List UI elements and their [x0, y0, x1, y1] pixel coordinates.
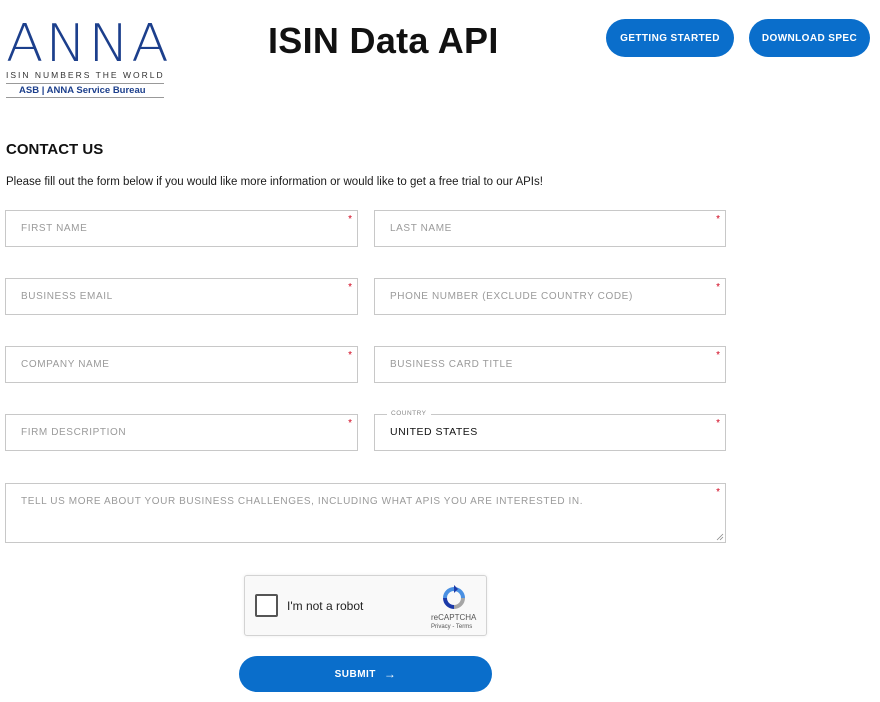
- logo-letters: ANNA: [6, 14, 171, 74]
- page-title: ISIN Data API: [268, 20, 499, 61]
- required-mark: *: [716, 214, 720, 225]
- required-mark: *: [348, 350, 352, 361]
- first-name-placeholder: FIRST NAME: [21, 223, 88, 234]
- submit-button[interactable]: SUBMIT →: [239, 656, 492, 692]
- firm-description-placeholder: FIRM DESCRIPTION: [21, 427, 127, 438]
- phone-number-placeholder: PHONE NUMBER (EXCLUDE COUNTRY CODE): [390, 291, 633, 302]
- required-mark: *: [716, 282, 720, 293]
- company-name-placeholder: COMPANY NAME: [21, 359, 110, 370]
- recaptcha-checkbox[interactable]: [255, 594, 278, 617]
- required-mark: *: [716, 487, 720, 498]
- country-value: UNITED STATES: [390, 426, 478, 438]
- logo-subtitle: ASB | ANNA Service Bureau: [6, 83, 164, 98]
- business-challenges-placeholder: TELL US MORE ABOUT YOUR BUSINESS CHALLEN…: [21, 496, 584, 507]
- recaptcha-label: I'm not a robot: [287, 599, 364, 613]
- company-name-field[interactable]: COMPANY NAME *: [5, 346, 358, 383]
- anna-logo[interactable]: ANNA ISIN NUMBERS THE WORLD ASB | ANNA S…: [6, 18, 169, 98]
- business-email-field[interactable]: BUSINESS EMAIL *: [5, 278, 358, 315]
- contact-heading: CONTACT US: [6, 141, 104, 158]
- recaptcha-links[interactable]: Privacy - Terms: [431, 624, 472, 630]
- arrow-right-icon: →: [383, 667, 397, 681]
- recaptcha-brand: reCAPTCHA: [431, 613, 477, 622]
- last-name-placeholder: LAST NAME: [390, 223, 452, 234]
- business-card-title-field[interactable]: BUSINESS CARD TITLE *: [374, 346, 726, 383]
- submit-label: SUBMIT: [334, 668, 376, 680]
- required-mark: *: [348, 418, 352, 429]
- business-card-title-placeholder: BUSINESS CARD TITLE: [390, 359, 513, 370]
- resize-grip-icon[interactable]: [716, 533, 724, 541]
- phone-number-field[interactable]: PHONE NUMBER (EXCLUDE COUNTRY CODE) *: [374, 278, 726, 315]
- required-mark: *: [716, 350, 720, 361]
- download-spec-button[interactable]: DOWNLOAD SPEC: [749, 19, 870, 57]
- recaptcha-icon: [443, 585, 465, 609]
- first-name-field[interactable]: FIRST NAME *: [5, 210, 358, 247]
- required-mark: *: [348, 282, 352, 293]
- contact-intro: Please fill out the form below if you wo…: [6, 176, 543, 188]
- business-challenges-textarea[interactable]: TELL US MORE ABOUT YOUR BUSINESS CHALLEN…: [5, 483, 726, 543]
- firm-description-field[interactable]: FIRM DESCRIPTION *: [5, 414, 358, 451]
- getting-started-button[interactable]: GETTING STARTED: [606, 19, 734, 57]
- country-label: COUNTRY: [387, 410, 431, 417]
- last-name-field[interactable]: LAST NAME *: [374, 210, 726, 247]
- country-select[interactable]: COUNTRY UNITED STATES *: [374, 410, 726, 451]
- business-email-placeholder: BUSINESS EMAIL: [21, 291, 113, 302]
- required-mark: *: [716, 418, 720, 429]
- recaptcha-widget: I'm not a robot reCAPTCHA Privacy - Term…: [244, 575, 487, 636]
- required-mark: *: [348, 214, 352, 225]
